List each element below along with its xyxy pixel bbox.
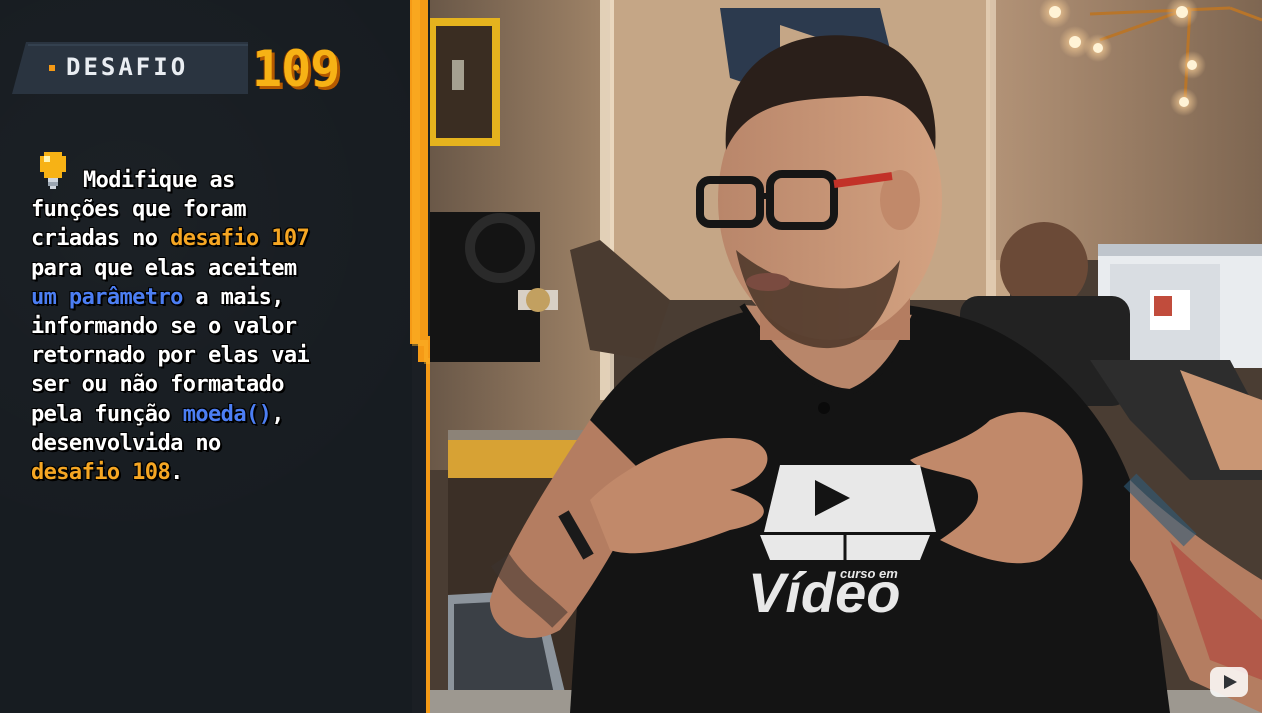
challenge-label: DESAFIO — [66, 53, 189, 81]
challenge-text-segment: , — [271, 401, 284, 427]
scene-illustration: curso em Vídeo — [430, 0, 1262, 713]
challenge-text-segment: criadas no — [31, 226, 171, 252]
challenge-line: desenvolvida no — [31, 429, 391, 458]
challenge-text-segment: a mais, — [182, 284, 284, 310]
video-frame: DESAFIO 109 Modifique as funções que fora… — [0, 0, 1262, 713]
challenge-code-term: um parâmetro — [31, 284, 183, 310]
youtube-logo-icon[interactable] — [1210, 667, 1248, 697]
challenge-line: retornado por elas vai — [31, 341, 391, 370]
challenge-reference: desafio 108 — [31, 460, 171, 486]
video-scene: curso em Vídeo — [430, 0, 1262, 713]
challenge-line: Modifique as — [31, 166, 391, 195]
challenge-reference: desafio 107 — [170, 226, 310, 252]
challenge-badge: DESAFIO 109 — [12, 40, 380, 98]
challenge-line: funções que foram — [31, 195, 391, 224]
challenge-line: ser ou não formatado — [31, 370, 391, 399]
badge-bullet-icon — [49, 65, 55, 71]
challenge-text-segment: informando se o valor — [31, 314, 297, 340]
challenge-line: pela função moeda(), — [31, 400, 391, 429]
shirt-big-text: Vídeo — [748, 561, 900, 624]
challenge-text-segment: funções que foram — [31, 197, 247, 223]
challenge-text-segment: para que elas aceitem — [31, 255, 297, 281]
challenge-text-segment: ser ou não formatado — [31, 372, 285, 398]
challenge-code-term: moeda() — [182, 401, 272, 427]
challenge-line: desafio 108. — [31, 458, 391, 487]
challenge-number: 109 — [252, 40, 340, 98]
challenge-description: Modifique as funções que foram criadas no … — [31, 166, 391, 487]
challenge-text-segment: desenvolvida no — [31, 430, 221, 456]
challenge-panel: DESAFIO 109 Modifique as funções que fora… — [0, 0, 412, 713]
challenge-text-segment: . — [170, 460, 183, 486]
challenge-line: um parâmetro a mais, — [31, 283, 391, 312]
challenge-line: criadas no desafio 107 — [31, 224, 391, 253]
challenge-text-segment: Modifique as — [83, 168, 235, 193]
challenge-line: para que elas aceitem — [31, 254, 391, 283]
challenge-text-segment: retornado por elas vai — [31, 343, 310, 369]
challenge-text-segment: pela função — [31, 401, 183, 427]
challenge-line: informando se o valor — [31, 312, 391, 341]
